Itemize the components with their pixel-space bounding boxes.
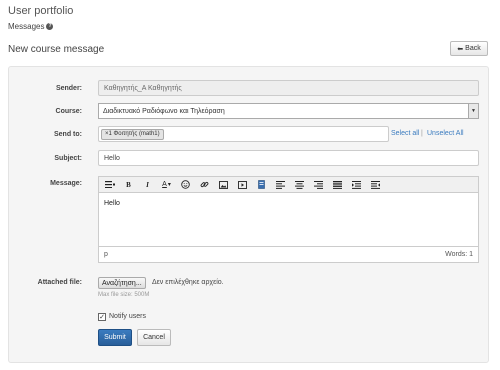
word-count: Words: 1 (445, 251, 473, 258)
page-title: User portfolio (8, 5, 74, 17)
back-arrow-icon: ⬅ (457, 45, 464, 53)
sender-label: Sender: (55, 85, 82, 92)
select-all-link[interactable]: Select all (391, 130, 419, 137)
course-select-value: Διαδικτυακό Ραδιόφωνο και Τηλεόραση (103, 107, 225, 115)
notify-users-checkbox[interactable]: ✓ (98, 313, 106, 321)
course-label: Course: (55, 108, 82, 115)
align-right-icon[interactable] (312, 179, 325, 191)
toolbar-toggle-icon[interactable] (103, 179, 116, 191)
unselect-all-link[interactable]: Unselect All (427, 130, 464, 137)
attached-file-label: Attached file: (37, 279, 82, 286)
message-editor[interactable]: B I A ▾ Hello p Words: 1 (98, 176, 479, 263)
bold-icon[interactable]: B (122, 179, 135, 191)
notify-users-label: Notify users (109, 313, 146, 320)
text-color-glyph: A (162, 181, 167, 188)
file-icon[interactable] (255, 179, 268, 191)
help-icon[interactable]: ? (46, 23, 54, 30)
recipient-chip-label: ×1 Φοιτητής (math1) (105, 131, 160, 137)
message-label: Message: (50, 180, 82, 187)
file-status: Δεν επιλέχθηκε αρχείο. (152, 279, 224, 286)
text-color-dropdown-icon: ▾ (167, 182, 171, 188)
recipients-input[interactable]: ×1 Φοιτητής (math1) (98, 126, 389, 142)
link-separator: | (421, 130, 423, 137)
messages-heading-label: Messages (8, 22, 45, 31)
link-icon[interactable] (198, 179, 211, 191)
align-center-icon[interactable] (293, 179, 306, 191)
cancel-button[interactable]: Cancel (137, 329, 171, 346)
subject-input[interactable]: Hello (98, 150, 479, 166)
subject-label: Subject: (54, 155, 82, 162)
align-justify-icon[interactable] (331, 179, 344, 191)
back-button[interactable]: ⬅ Back (450, 41, 488, 56)
submit-button[interactable]: Submit (98, 329, 132, 346)
max-file-size-hint: Max file size: 500M (98, 292, 150, 298)
chevron-down-icon[interactable]: ▼ (468, 104, 478, 118)
messages-heading: Messages ? (8, 22, 54, 31)
image-icon[interactable] (217, 179, 230, 191)
italic-icon[interactable]: I (141, 179, 154, 191)
send-to-label: Send to: (54, 131, 82, 138)
align-left-icon[interactable] (274, 179, 287, 191)
browse-file-button[interactable]: Αναζήτηση... (98, 277, 146, 289)
text-color-icon[interactable]: A ▾ (160, 179, 173, 191)
back-button-label: Back (465, 45, 481, 52)
recipient-chip[interactable]: ×1 Φοιτητής (math1) (101, 128, 164, 140)
editor-toolbar: B I A ▾ (99, 177, 478, 193)
media-icon[interactable] (236, 179, 249, 191)
message-body[interactable]: Hello (99, 193, 478, 246)
outdent-icon[interactable] (369, 179, 382, 191)
emoticon-icon[interactable] (179, 179, 192, 191)
course-select[interactable]: Διαδικτυακό Ραδιόφωνο και Τηλεόραση ▼ (98, 103, 479, 119)
indent-icon[interactable] (350, 179, 363, 191)
element-path: p (104, 251, 108, 258)
editor-status-bar: p Words: 1 (99, 246, 478, 262)
sender-field: Καθηγητής_Α Καθηγητής (98, 80, 479, 96)
section-title: New course message (8, 44, 105, 55)
